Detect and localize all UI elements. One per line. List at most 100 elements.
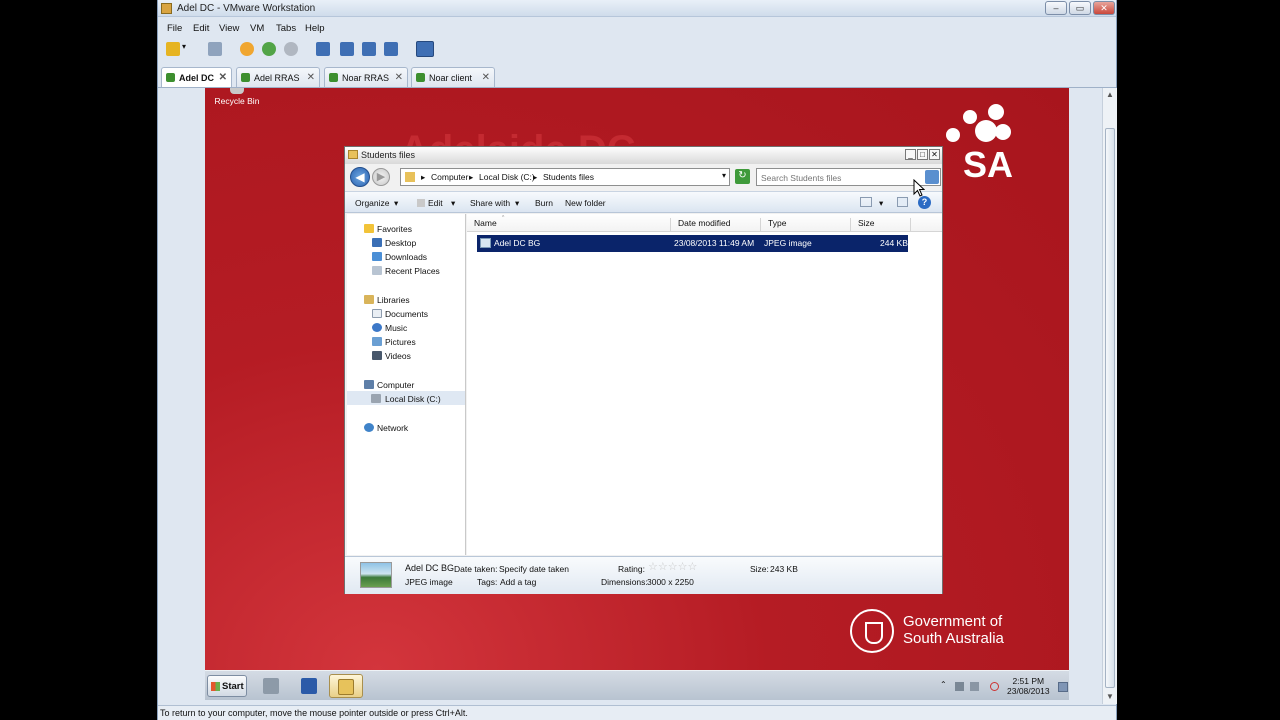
recycle-bin[interactable]: Recycle Bin	[212, 88, 262, 106]
warning-icon[interactable]	[990, 682, 999, 691]
taskbar-powershell[interactable]	[293, 674, 325, 698]
explorer-close-button[interactable]: ✕	[929, 149, 940, 160]
taskbar-explorer[interactable]	[329, 674, 363, 698]
explorer-maximize-button[interactable]: □	[917, 149, 928, 160]
explorer-minimize-button[interactable]: _	[905, 149, 916, 160]
column-type[interactable]: Type	[761, 218, 851, 232]
breadcrumb-separator-icon[interactable]: ▸	[421, 172, 425, 183]
console-view-icon[interactable]	[416, 41, 434, 57]
share-dropdown-icon[interactable]: ▾	[515, 198, 519, 209]
nav-documents[interactable]: Documents	[372, 309, 428, 319]
thumbnail-bar-icon[interactable]	[340, 42, 354, 56]
power-dropdown-icon[interactable]: ▾	[182, 42, 190, 56]
revert-snapshot-icon[interactable]	[262, 42, 276, 56]
nav-network[interactable]: Network	[364, 423, 408, 433]
tab-noar-rras[interactable]: Noar RRAS ✕	[324, 67, 408, 87]
menu-tabs[interactable]: Tabs	[276, 23, 296, 34]
star-icon[interactable]: ☆	[648, 560, 658, 573]
search-icon[interactable]	[925, 170, 939, 184]
nav-music[interactable]: Music	[372, 323, 407, 333]
show-hidden-icons-icon[interactable]: ⌃	[940, 680, 949, 689]
share-with-button[interactable]: Share with	[470, 198, 510, 208]
nav-pictures[interactable]: Pictures	[372, 337, 416, 347]
nav-desktop[interactable]: Desktop	[372, 238, 416, 248]
star-icon[interactable]: ☆	[658, 560, 668, 573]
network-icon[interactable]	[208, 42, 222, 56]
gov-line1: Government of	[903, 613, 1003, 630]
show-library-icon[interactable]	[316, 42, 330, 56]
edit-dropdown-icon[interactable]: ▾	[451, 198, 455, 209]
nav-computer[interactable]: Computer	[364, 380, 414, 390]
tab-adel-rras[interactable]: Adel RRAS ✕	[236, 67, 320, 87]
clock[interactable]: 2:51 PM 23/08/2013	[1007, 676, 1050, 696]
star-icon[interactable]: ☆	[678, 560, 688, 573]
snapshot-icon[interactable]	[240, 42, 254, 56]
close-tab-icon[interactable]: ✕	[395, 72, 403, 83]
nav-favorites[interactable]: Favorites	[364, 224, 412, 234]
action-center-icon[interactable]	[955, 682, 964, 691]
address-dropdown-icon[interactable]: ▾	[722, 171, 726, 180]
close-tab-icon[interactable]: ✕	[219, 72, 227, 83]
new-folder-button[interactable]: New folder	[565, 198, 606, 208]
nav-local-disk[interactable]: Local Disk (C:)	[347, 391, 465, 405]
command-bar: Organize ▾ Edit ▾ Share with ▾ Burn New …	[345, 191, 942, 213]
nav-recent-places[interactable]: Recent Places	[372, 266, 440, 276]
scroll-thumb[interactable]	[1105, 128, 1115, 688]
folder-icon	[348, 150, 358, 159]
edit-button[interactable]: Edit	[428, 198, 443, 208]
organize-dropdown-icon[interactable]: ▾	[394, 198, 398, 209]
unity-icon[interactable]	[384, 42, 398, 56]
full-screen-icon[interactable]	[362, 42, 376, 56]
edit-icon	[417, 199, 425, 207]
view-options-icon[interactable]	[860, 197, 872, 207]
menu-edit[interactable]: Edit	[193, 23, 209, 34]
taskbar-server-manager[interactable]	[255, 674, 287, 698]
star-icon[interactable]: ☆	[688, 560, 698, 573]
breadcrumb-separator-icon[interactable]: ▸	[469, 172, 473, 183]
help-icon[interactable]: ?	[918, 196, 931, 209]
tab-adel-dc[interactable]: Adel DC ✕	[161, 67, 232, 87]
menu-vm[interactable]: VM	[250, 23, 264, 34]
menu-help[interactable]: Help	[305, 23, 325, 34]
snapshot-manager-icon[interactable]	[284, 42, 298, 56]
vmware-scrollbar[interactable]: ▲ ▼	[1102, 88, 1117, 704]
scroll-up-icon[interactable]: ▲	[1106, 90, 1114, 99]
show-desktop-icon[interactable]	[1058, 682, 1068, 692]
forward-button[interactable]: ▶	[372, 168, 390, 186]
maximize-button[interactable]: ▭	[1069, 1, 1091, 15]
date-taken-value[interactable]: Specify date taken	[499, 564, 569, 574]
address-bar[interactable]: ▸ Computer ▸ Local Disk (C:) ▸ Students …	[400, 168, 730, 186]
rating-stars[interactable]: ☆☆☆☆☆	[648, 560, 697, 573]
minimize-button[interactable]: –	[1045, 1, 1067, 15]
organize-button[interactable]: Organize	[355, 198, 390, 208]
menu-file[interactable]: File	[167, 23, 182, 34]
column-size[interactable]: Size	[851, 218, 911, 232]
network-tray-icon[interactable]	[970, 682, 979, 691]
nav-libraries[interactable]: Libraries	[364, 295, 410, 305]
back-button[interactable]: ◀	[350, 167, 370, 187]
start-button[interactable]: Start	[207, 675, 247, 697]
star-icon[interactable]: ☆	[668, 560, 678, 573]
nav-downloads[interactable]: Downloads	[372, 252, 427, 262]
scroll-down-icon[interactable]: ▼	[1106, 692, 1114, 701]
power-icon[interactable]	[166, 42, 180, 56]
nav-videos[interactable]: Videos	[372, 351, 411, 361]
burn-button[interactable]: Burn	[535, 198, 553, 208]
refresh-button[interactable]: ↻	[735, 169, 750, 184]
breadcrumb-local-disk[interactable]: Local Disk (C:)	[479, 172, 535, 182]
close-button[interactable]: ✕	[1093, 1, 1115, 15]
tags-value[interactable]: Add a tag	[500, 577, 536, 587]
search-input[interactable]	[761, 171, 911, 184]
tab-noar-client[interactable]: Noar client ✕	[411, 67, 495, 87]
table-row[interactable]: Adel DC BG 23/08/2013 11:49 AM JPEG imag…	[477, 235, 908, 252]
view-dropdown-icon[interactable]: ▾	[879, 198, 883, 209]
close-tab-icon[interactable]: ✕	[307, 72, 315, 83]
close-tab-icon[interactable]: ✕	[482, 72, 490, 83]
breadcrumb-computer[interactable]: Computer	[431, 172, 468, 182]
breadcrumb-separator-icon[interactable]: ▸	[533, 172, 537, 183]
column-date-modified[interactable]: Date modified	[671, 218, 761, 232]
preview-pane-icon[interactable]	[897, 197, 908, 207]
breadcrumb-students-files[interactable]: Students files	[543, 172, 594, 182]
column-name[interactable]: Name	[467, 218, 671, 232]
menu-view[interactable]: View	[219, 23, 239, 34]
